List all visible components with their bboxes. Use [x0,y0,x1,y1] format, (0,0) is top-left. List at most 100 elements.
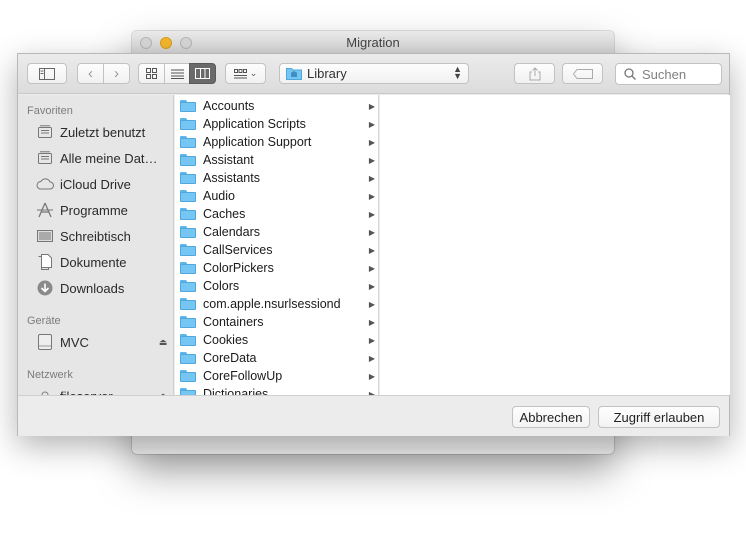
icon-view-icon [146,68,157,79]
sidebar-item-dokumente[interactable]: Dokumente [18,249,173,275]
folder-name: com.apple.nsurlsessiond [203,297,341,311]
folder-row[interactable]: ColorPickers ▶ [175,259,378,277]
disclosure-chevron-icon: ▶ [368,335,375,345]
column-view-button[interactable] [189,63,216,84]
folder-icon [180,190,196,202]
sidebar-item-label: Dokumente [60,254,127,270]
folder-row[interactable]: Audio ▶ [175,187,378,205]
folder-name: Audio [203,189,235,203]
folder-row[interactable]: CoreFollowUp ▶ [175,367,378,385]
folder-icon [180,298,196,310]
sidebar-item-mvc[interactable]: MVC ⏏ [18,329,173,355]
folder-name: Calendars [203,225,260,239]
folder-icon [180,118,196,130]
folder-icon [180,370,196,382]
sidebar-toggle-button[interactable] [27,63,67,84]
folder-name: Dictionaries [203,387,269,395]
disk-icon [36,334,54,350]
folder-row[interactable]: Accounts ▶ [175,97,378,115]
folder-row[interactable]: Colors ▶ [175,277,378,295]
folder-row[interactable]: Assistants ▶ [175,169,378,187]
eject-icon[interactable]: ⏏ [153,337,173,348]
folder-row[interactable]: CallServices ▶ [175,241,378,259]
folder-icon [180,280,196,292]
folder-row[interactable]: com.apple.nsurlsessiond ▶ [175,295,378,313]
sidebar-item-downloads[interactable]: Downloads [18,275,173,301]
folder-name: CallServices [203,243,273,257]
disclosure-chevron-icon: ▶ [368,119,375,129]
sidebar-item-fileserver[interactable]: fileserver ⏏ [18,383,173,395]
folder-icon [180,226,196,238]
sidebar-item-alle-meine-dateien[interactable]: Alle meine Dat… [18,145,173,171]
search-field[interactable]: Suchen [615,63,722,85]
back-button[interactable]: ‹ [77,63,104,84]
chevron-left-icon: ‹ [88,65,93,82]
disclosure-chevron-icon: ▶ [368,317,375,327]
folder-row[interactable]: Calendars ▶ [175,223,378,241]
folder-icon [180,244,196,256]
tag-icon [572,68,593,79]
applications-icon [36,202,54,218]
folder-icon [180,334,196,346]
sidebar-item-zuletzt-benutzt[interactable]: Zuletzt benutzt [18,119,173,145]
list-view-icon [170,69,184,79]
sidebar-item-label: Schreibtisch [60,228,131,244]
arrange-menu-button[interactable]: ⌄ [225,63,266,84]
tag-button[interactable] [562,63,603,84]
folder-icon [180,136,196,148]
folder-row[interactable]: Application Support ▶ [175,133,378,151]
folder-icon [180,100,196,112]
share-icon [529,66,540,80]
folder-name: Containers [203,315,264,329]
column-view-icon [195,68,210,79]
disclosure-chevron-icon: ▶ [368,191,375,201]
forward-button[interactable]: › [103,63,130,84]
disclosure-chevron-icon: ▶ [368,137,375,147]
folder-row[interactable]: Caches ▶ [175,205,378,223]
folder-icon [180,262,196,274]
browser-column-library: Accounts ▶ Application Scripts ▶ Application… [175,95,379,395]
icon-view-button[interactable] [138,63,165,84]
folder-row[interactable]: Containers ▶ [175,313,378,331]
folder-name: Accounts [203,99,255,113]
folder-icon [180,208,196,220]
disclosure-chevron-icon: ▶ [368,227,375,237]
background-window-titlebar: Migration [132,31,614,54]
cancel-button[interactable]: Abbrechen [512,406,590,428]
downloads-icon [36,280,54,296]
disclosure-chevron-icon: ▶ [368,299,375,309]
sidebar-item-icloud-drive[interactable]: iCloud Drive [18,171,173,197]
sidebar-item-label: iCloud Drive [60,176,131,192]
browser-column-empty [380,95,730,395]
list-view-button[interactable] [164,63,190,84]
sidebar-item-label: Downloads [60,280,125,296]
sidebar-section-favoriten: Favoriten [27,105,73,117]
folder-name: CoreData [203,351,257,365]
chevron-right-icon: › [114,65,119,82]
sidebar-item-label: MVC [60,334,89,350]
folder-row[interactable]: Application Scripts ▶ [175,115,378,133]
disclosure-chevron-icon: ▶ [368,353,375,363]
disclosure-chevron-icon: ▶ [368,281,375,291]
folder-icon [180,172,196,184]
window-title: Migration [346,35,400,50]
location-label: Library [307,66,347,81]
folder-row[interactable]: CoreData ▶ [175,349,378,367]
folder-icon [180,388,196,395]
disclosure-chevron-icon: ▶ [368,245,375,255]
folder-name: ColorPickers [203,261,274,275]
folder-row[interactable]: Assistant ▶ [175,151,378,169]
folder-list: Accounts ▶ Application Scripts ▶ Application… [175,97,378,395]
folder-row[interactable]: Dictionaries ▶ [175,385,378,395]
location-popup[interactable]: Library ▲ ▼ [279,63,469,84]
allow-access-button[interactable]: Zugriff erlauben [598,406,720,428]
sidebar-item-programme[interactable]: Programme [18,197,173,223]
folder-icon [180,154,196,166]
disclosure-chevron-icon: ▶ [368,155,375,165]
chevron-down-icon: ⌄ [249,68,258,78]
folder-icon [180,316,196,328]
sidebar-item-schreibtisch[interactable]: Schreibtisch [18,223,173,249]
share-button[interactable] [514,63,555,84]
folder-row[interactable]: Cookies ▶ [175,331,378,349]
sidebar-item-label: Alle meine Dat… [60,150,158,166]
